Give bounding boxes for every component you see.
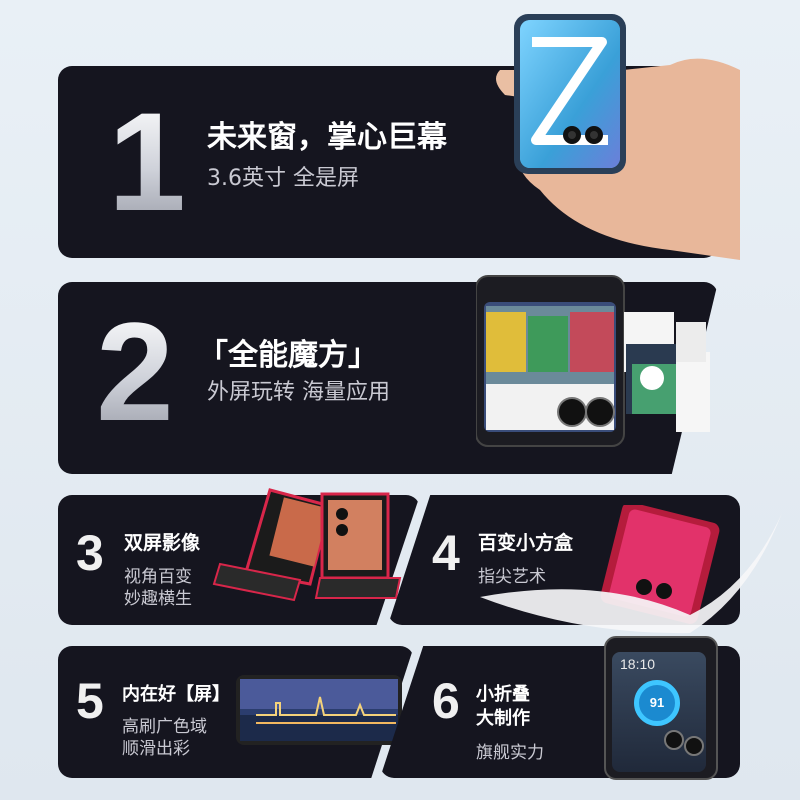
feature-title-1: 未来窗，掌心巨幕 [207,120,447,155]
feature-subtitle-5b: 顺滑出彩 [122,739,190,759]
phone-screen: 18:10 91 [612,652,706,772]
feature-title-3: 双屏影像 [124,532,201,554]
feature-number-6: 6 [432,673,460,729]
feature-title-6a: 小折叠 [476,684,530,705]
phone-external-screen-image [476,275,710,447]
camera-lens-2 [684,736,704,756]
feature-title-5: 内在好【屏】 [122,684,230,705]
feature-number-1: 1 [108,83,186,240]
battery-ring: 91 [634,680,680,726]
inner-screen-cityscape-image [236,675,402,745]
clock-time: 18:10 [620,656,656,672]
feature-title-6b: 大制作 [476,708,530,729]
feature-number-5: 5 [76,673,104,729]
dual-screen-camera-image [212,488,402,602]
feature-title-2: 「全能魔方」 [198,338,378,373]
feature-number-2: 2 [96,293,174,450]
small-fold-phone: 18:10 91 [604,636,718,780]
camera-lens-1 [664,730,684,750]
feature-number-4: 4 [432,525,460,581]
feature-subtitle-1: 3.6英寸 全是屏 [207,166,359,191]
feature-subtitle-3b: 妙趣横生 [124,589,192,609]
hand-holding-phone-image [496,14,740,260]
battery-percent: 91 [649,695,665,710]
feature-subtitle-2: 外屏玩转 海量应用 [207,380,390,405]
feature-number-3: 3 [76,525,104,581]
folded-phone-with-feather-image [480,505,782,634]
feature-subtitle-6: 旗舰实力 [476,743,544,763]
